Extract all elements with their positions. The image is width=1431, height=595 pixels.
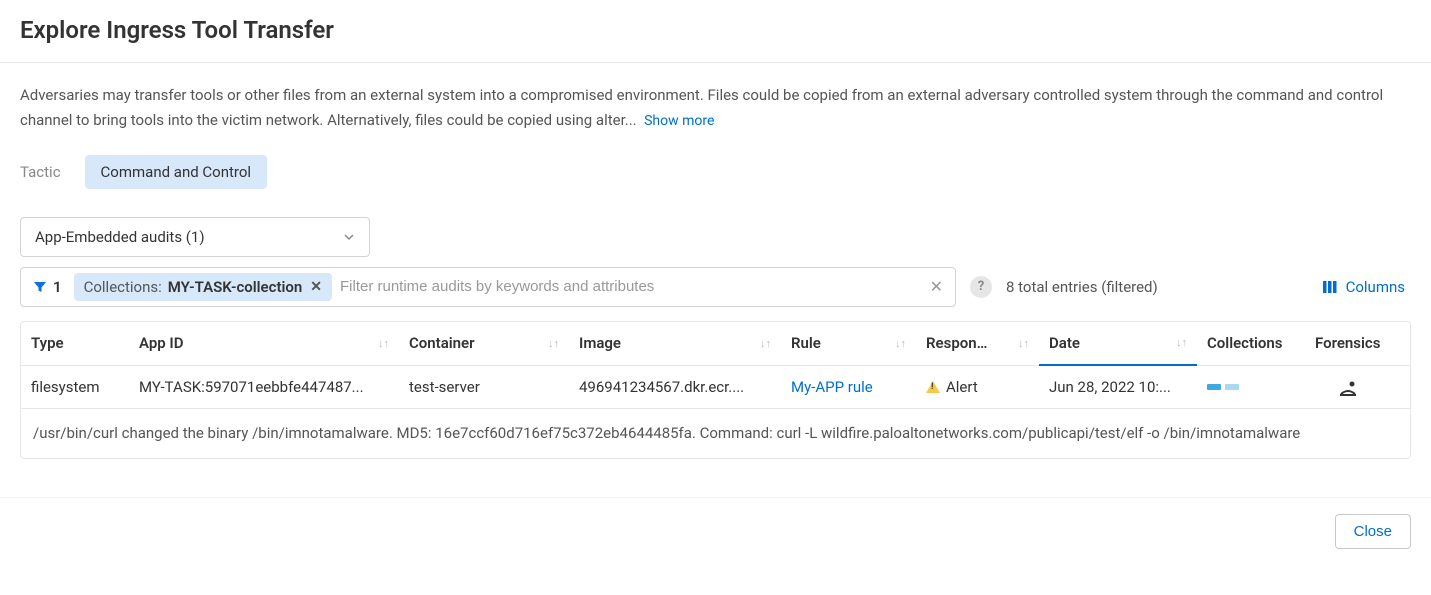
columns-label: Columns [1346,278,1405,296]
cell-appid: MY-TASK:597071eebbfe447487... [129,366,399,408]
collection-bar-icon [1207,384,1221,390]
table-row[interactable]: filesystem MY-TASK:597071eebbfe447487...… [21,366,1410,408]
cell-date: Jun 28, 2022 10:... [1039,366,1197,408]
sort-icon: ↓↑ [1176,336,1187,349]
th-image[interactable]: Image↓↑ [569,322,781,365]
show-more-link[interactable]: Show more [644,113,714,129]
th-rule[interactable]: Rule↓↑ [781,322,916,365]
chevron-down-icon [343,231,355,243]
th-date[interactable]: Date↓↑ [1039,322,1197,366]
row-detail: /usr/bin/curl changed the binary /bin/im… [21,408,1410,458]
filter-row: 1 Collections: MY-TASK-collection ✕ ✕ ? … [20,267,1411,307]
help-icon[interactable]: ? [970,276,992,298]
clear-filter-icon[interactable]: ✕ [926,277,947,296]
cell-response: Alert [916,366,1039,408]
chip-close-icon[interactable]: ✕ [310,279,322,295]
modal-footer: Close [0,497,1431,565]
collections-indicator[interactable] [1207,384,1239,390]
filter-input[interactable] [340,278,918,295]
th-container[interactable]: Container↓↑ [399,322,569,365]
filter-chip-collections[interactable]: Collections: MY-TASK-collection ✕ [74,273,332,301]
audits-table: Type App ID↓↑ Container↓↑ Image↓↑ Rule↓↑… [20,321,1411,459]
tactic-chip[interactable]: Command and Control [85,155,268,189]
tactic-row: Tactic Command and Control [20,155,1411,189]
th-appid[interactable]: App ID↓↑ [129,322,399,365]
cell-collections [1197,366,1305,408]
close-button[interactable]: Close [1335,514,1411,549]
th-type[interactable]: Type [21,322,129,365]
sort-icon: ↓↑ [1018,337,1029,350]
table-header-row: Type App ID↓↑ Container↓↑ Image↓↑ Rule↓↑… [21,322,1410,366]
filter-box: 1 Collections: MY-TASK-collection ✕ ✕ [20,267,956,307]
th-response[interactable]: Respon…↓↑ [916,322,1039,365]
cell-image: 496941234567.dkr.ecr.... [569,366,781,408]
filter-chip-label: Collections: [84,278,162,296]
columns-icon [1322,279,1338,295]
columns-button[interactable]: Columns [1322,278,1411,296]
th-collections[interactable]: Collections [1197,322,1305,365]
th-forensics[interactable]: Forensics [1305,322,1391,365]
filter-count: 1 [53,278,62,296]
filter-icon-group[interactable]: 1 [29,278,66,296]
rule-link[interactable]: My-APP rule [791,378,873,396]
cell-type: filesystem [21,366,129,408]
modal-header: Explore Ingress Tool Transfer [0,0,1431,63]
forensics-icon[interactable] [1338,378,1358,396]
sort-icon: ↓↑ [378,337,389,350]
tactic-label: Tactic [20,163,61,181]
filter-chip-value: MY-TASK-collection [168,278,303,296]
cell-rule: My-APP rule [781,366,916,408]
filter-icon [33,280,47,294]
dropdown-selected: App-Embedded audits (1) [35,228,205,246]
warning-icon [926,381,940,393]
sort-icon: ↓↑ [760,337,771,350]
sort-icon: ↓↑ [548,337,559,350]
collection-bar-icon [1225,384,1239,390]
alert-badge: Alert [926,378,978,396]
audit-type-dropdown[interactable]: App-Embedded audits (1) [20,217,370,257]
cell-container: test-server [399,366,569,408]
sort-icon: ↓↑ [895,337,906,350]
modal-container: Explore Ingress Tool Transfer Adversarie… [0,0,1431,565]
page-title: Explore Ingress Tool Transfer [20,16,1411,44]
modal-content: Adversaries may transfer tools or other … [0,63,1431,479]
entries-count: 8 total entries (filtered) [1006,278,1158,296]
cell-forensics [1305,366,1391,408]
description-block: Adversaries may transfer tools or other … [20,83,1411,133]
